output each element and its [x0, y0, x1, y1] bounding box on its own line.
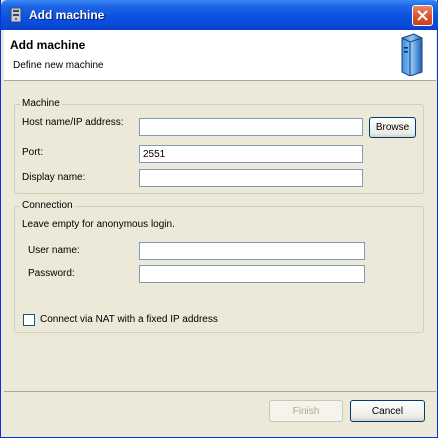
nat-checkbox-label[interactable]: Connect via NAT with a fixed IP address — [40, 314, 218, 325]
footer-separator — [4, 391, 436, 392]
user-name-input[interactable] — [139, 242, 365, 260]
close-button[interactable] — [412, 5, 433, 26]
cancel-button[interactable]: Cancel — [350, 400, 425, 422]
password-input[interactable] — [139, 265, 365, 283]
anonymous-hint: Leave empty for anonymous login. — [22, 219, 175, 230]
finish-button[interactable]: Finish — [269, 400, 343, 422]
connection-legend: Connection — [20, 200, 75, 211]
display-name-label: Display name: — [22, 172, 86, 183]
page-title: Add machine — [10, 38, 86, 52]
browse-button[interactable]: Browse — [369, 117, 416, 138]
close-icon — [417, 10, 428, 21]
wizard-header: Add machine Define new machine — [4, 30, 436, 81]
password-label: Password: — [28, 268, 75, 279]
dialog-window: Add machine Add machine Define new machi… — [0, 0, 438, 438]
server-icon — [401, 33, 423, 76]
machine-legend: Machine — [20, 98, 62, 109]
user-name-label: User name: — [28, 245, 80, 256]
nat-checkbox[interactable] — [23, 314, 35, 326]
host-input[interactable] — [139, 118, 363, 136]
display-name-input[interactable] — [139, 169, 363, 187]
host-label: Host name/IP address: — [22, 117, 124, 128]
window-title: Add machine — [29, 8, 105, 22]
app-icon — [10, 7, 22, 23]
title-bar[interactable]: Add machine — [1, 0, 438, 30]
port-input[interactable] — [139, 145, 363, 163]
page-subtitle: Define new machine — [13, 60, 104, 71]
port-label: Port: — [22, 147, 44, 158]
